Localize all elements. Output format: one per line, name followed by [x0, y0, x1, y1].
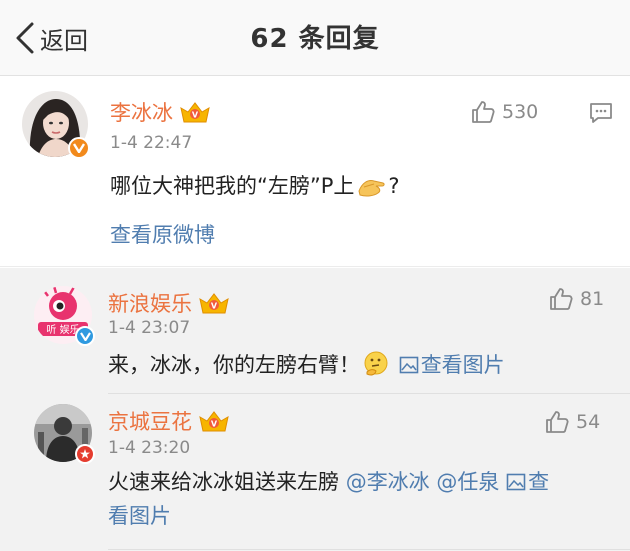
svg-text:V: V — [211, 302, 218, 311]
top-nav-bar: 返回 62 条回复 — [0, 0, 630, 76]
page-title: 62 条回复 — [250, 24, 380, 54]
comment-author[interactable]: 李冰冰 V — [110, 97, 211, 127]
comment-text: 哪位大神把我的“左膀”P上 ? — [110, 174, 400, 198]
verified-badge-icon — [75, 444, 95, 464]
reply-author[interactable]: 京城豆花 V — [108, 406, 230, 436]
reply-text: 来，冰冰，你的左膀右臂！ 查看图片 — [108, 348, 505, 382]
thumbs-up-icon — [546, 411, 569, 433]
view-original-post-link[interactable]: 查看原微博 — [110, 219, 215, 249]
reply-button[interactable] — [588, 101, 614, 129]
divider — [108, 549, 630, 550]
comment-time: 1-4 22:47 — [110, 133, 193, 153]
mention-link[interactable]: @任泉 — [436, 470, 499, 494]
reply-text: 火速来给冰冰姐送来左膀 @李冰冰 @任泉 查看图片 — [108, 470, 550, 528]
like-count: 530 — [502, 101, 539, 123]
image-icon — [506, 473, 526, 491]
like-count: 54 — [576, 411, 601, 433]
like-count: 81 — [580, 288, 605, 310]
svg-text:V: V — [192, 111, 199, 120]
comment-icon — [590, 103, 612, 123]
reply-author[interactable]: 新浪娱乐 V — [108, 288, 230, 318]
reply-time: 1-4 23:20 — [108, 438, 191, 458]
avatar[interactable]: 听 娱乐 — [34, 286, 95, 346]
view-image-link[interactable]: 查看图片 — [399, 353, 505, 377]
svg-text:V: V — [211, 420, 218, 429]
mention-link[interactable]: @李冰冰 — [346, 470, 430, 494]
thinking-emoji — [364, 351, 388, 376]
crown-icon: V — [199, 293, 229, 314]
username[interactable]: 李冰冰 — [110, 97, 173, 127]
divider — [108, 393, 630, 394]
reply-list: 听 娱乐 新浪娱乐 V 1-4 23:07 81 来，冰冰，你的左膀右臂！ 查看… — [0, 268, 630, 551]
verified-badge-icon — [75, 326, 95, 346]
username[interactable]: 京城豆花 — [108, 406, 192, 436]
crown-icon: V — [199, 411, 229, 432]
avatar[interactable] — [34, 404, 95, 464]
hands-emoji — [358, 180, 386, 197]
crown-icon: V — [180, 102, 210, 123]
thumbs-up-icon — [472, 101, 495, 123]
like-button[interactable]: 54 — [544, 409, 600, 435]
image-icon — [399, 356, 418, 374]
username[interactable]: 新浪娱乐 — [108, 288, 192, 318]
like-button[interactable]: 530 — [470, 99, 538, 125]
avatar[interactable] — [22, 91, 90, 159]
reply-time: 1-4 23:07 — [108, 318, 191, 338]
like-button[interactable]: 81 — [548, 286, 604, 312]
verified-badge-icon — [68, 137, 90, 159]
original-comment: 李冰冰 V 1-4 22:47 530 哪位大神把我的“左膀”P上 ? 查看原微… — [0, 77, 630, 267]
thumbs-up-icon — [550, 288, 573, 310]
